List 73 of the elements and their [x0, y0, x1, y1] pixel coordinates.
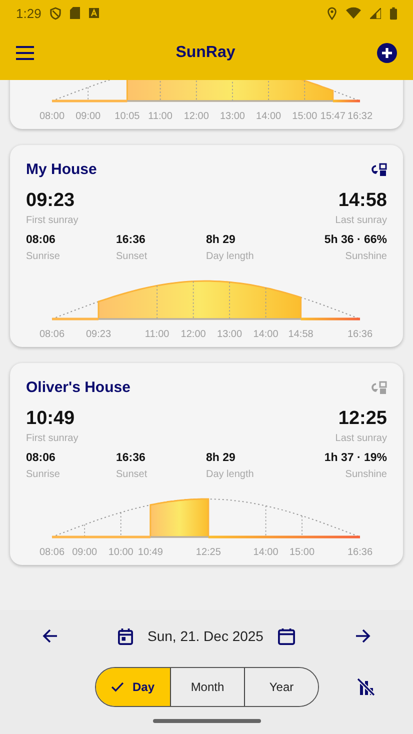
stat-label: Sunrise — [26, 469, 61, 481]
time-label: 15:47 — [320, 111, 346, 122]
stat-value: 08:06 — [26, 451, 56, 466]
stat-label: Day length — [206, 251, 255, 263]
time-label: 10:05 — [114, 111, 140, 122]
time-label: 10:49 — [138, 547, 163, 558]
time-label: 16:32 — [347, 111, 373, 122]
first-sunray-time: 09:23 — [26, 190, 76, 212]
last-sunray-label: Last sunray — [335, 215, 387, 227]
stat-value: 5h 36 · 66% — [324, 233, 387, 248]
calendar-icon[interactable] — [278, 628, 296, 644]
status-time: 1:29 — [16, 6, 42, 20]
time-label: 09:00 — [76, 111, 101, 122]
time-label: 14:00 — [253, 547, 278, 558]
wifi-icon — [346, 7, 361, 19]
time-label: 10:00 — [108, 547, 134, 558]
stat-label: Sunshine — [345, 469, 387, 481]
location-name: Oliver's House — [26, 379, 130, 396]
time-label: 09:00 — [72, 547, 98, 558]
time-label: 13:00 — [220, 111, 245, 122]
stat-label: Day length — [206, 469, 255, 481]
stat-label: Sunshine — [345, 251, 387, 263]
battery-icon — [390, 6, 397, 20]
menu-icon — [16, 46, 34, 60]
last-sunray-label: Last sunray — [335, 433, 387, 445]
sd-card-icon — [70, 7, 80, 19]
time-label: 08:00 — [39, 111, 65, 122]
shield-icon — [50, 6, 62, 20]
swap-icon[interactable] — [371, 162, 387, 176]
time-label: 12:25 — [196, 547, 221, 558]
last-sunray-time: 14:58 — [338, 190, 387, 212]
time-label: 14:00 — [253, 329, 278, 340]
time-label: 08:06 — [39, 547, 65, 558]
location-name: My House — [26, 161, 97, 178]
chart-off-icon — [357, 678, 375, 696]
stat-value: 8h 29 — [206, 233, 236, 248]
time-label: 14:00 — [256, 111, 282, 122]
location-icon — [327, 6, 337, 20]
time-label: 09:23 — [86, 329, 112, 340]
date-label[interactable]: Sun, 21. Dec 2025 — [148, 628, 264, 644]
time-label: 08:06 — [39, 329, 65, 340]
stat-label: Sunrise — [26, 251, 61, 263]
time-label: 12:00 — [184, 111, 209, 122]
arrow-left-icon — [42, 628, 58, 644]
stat-label: Sunset — [116, 251, 148, 263]
today-icon[interactable] — [118, 628, 132, 644]
last-sunray-time: 12:25 — [338, 408, 387, 430]
period-tab[interactable]: Year — [244, 668, 318, 706]
first-sunray-label: First sunray — [26, 433, 78, 445]
app-title: SunRay — [176, 44, 236, 62]
time-label: 11:00 — [144, 329, 170, 340]
stat-value: 1h 37 · 19% — [324, 451, 387, 466]
stat-value: 16:36 — [116, 233, 146, 248]
time-label: 13:00 — [217, 329, 242, 340]
stat-value: 08:06 — [26, 233, 56, 248]
time-label: 11:00 — [148, 111, 172, 122]
time-label: 15:00 — [292, 111, 318, 122]
time-label: 14:58 — [288, 329, 314, 340]
signal-icon — [370, 8, 381, 18]
period-tab[interactable]: Day — [96, 668, 170, 706]
time-label: 15:00 — [290, 547, 315, 558]
stat-label: Sunset — [116, 469, 148, 481]
first-sunray-label: First sunray — [26, 215, 78, 227]
stat-value: 16:36 — [116, 451, 146, 466]
time-label: 16:36 — [347, 547, 373, 558]
check-icon — [111, 682, 124, 692]
time-label: 16:36 — [347, 329, 373, 340]
stat-value: 8h 29 — [206, 451, 236, 466]
time-label: 12:00 — [180, 329, 206, 340]
first-sunray-time: 10:49 — [26, 408, 76, 430]
font-icon — [89, 8, 100, 18]
plus-circle-icon — [376, 43, 397, 63]
arrow-right-icon — [354, 628, 371, 644]
